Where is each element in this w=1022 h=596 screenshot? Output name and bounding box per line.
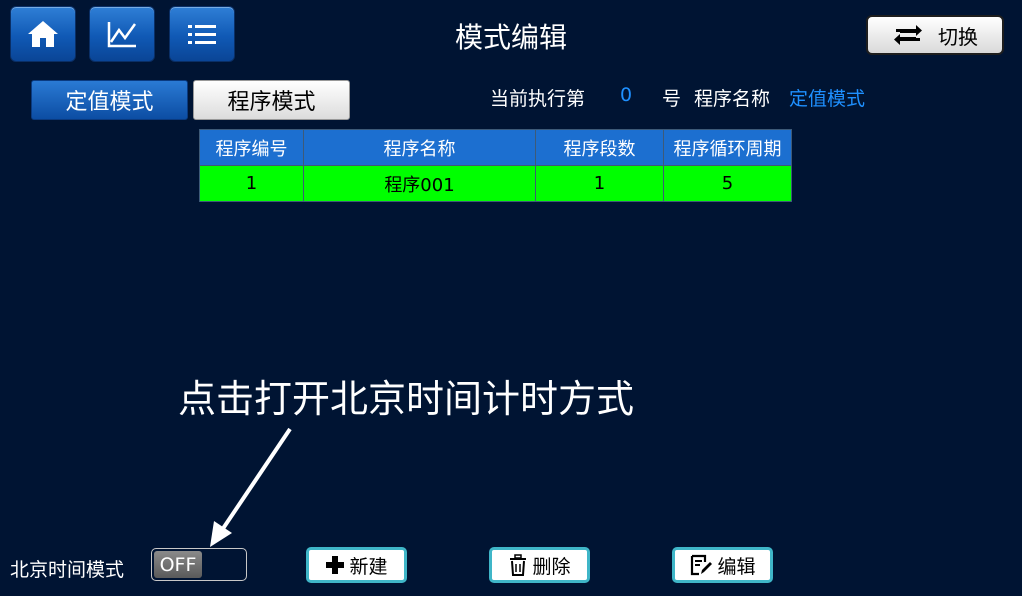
program-table: 程序编号 程序名称 程序段数 程序循环周期 1 程序001 1 5 <box>199 129 792 202</box>
beijing-time-toggle[interactable]: OFF <box>151 548 247 581</box>
tab-fixed-mode[interactable]: 定值模式 <box>31 80 188 120</box>
new-label: 新建 <box>349 555 388 578</box>
annotation-text: 点击打开北京时间计时方式 <box>178 377 635 421</box>
edit-button[interactable]: 编辑 <box>672 547 773 583</box>
program-name-value: 定值模式 <box>789 88 866 110</box>
trash-icon <box>510 554 527 576</box>
table-cell[interactable]: 1 <box>199 165 304 202</box>
exec-prefix: 当前执行第 <box>490 88 586 110</box>
table-cell[interactable]: 5 <box>663 165 792 202</box>
tab-fixed-mode-label: 定值模式 <box>65 90 154 115</box>
delete-label: 删除 <box>532 555 571 578</box>
exec-number: 0 <box>620 84 633 106</box>
switch-label: 切换 <box>938 24 978 49</box>
delete-button[interactable]: 删除 <box>489 547 590 583</box>
column-header: 程序名称 <box>303 129 536 166</box>
table-header-row: 程序编号 程序名称 程序段数 程序循环周期 <box>199 129 792 166</box>
edit-label: 编辑 <box>717 555 756 578</box>
program-name-label: 程序名称 <box>694 88 771 110</box>
exec-suffix: 号 <box>662 88 682 110</box>
toggle-knob: OFF <box>154 551 202 578</box>
table-cell[interactable]: 程序001 <box>303 165 536 202</box>
table-row[interactable]: 1 程序001 1 5 <box>199 165 792 202</box>
column-header: 程序循环周期 <box>663 129 792 166</box>
new-button[interactable]: 新建 <box>306 547 407 583</box>
plus-icon <box>326 556 345 574</box>
column-header: 程序编号 <box>199 129 304 166</box>
edit-icon <box>691 554 713 576</box>
tab-program-mode[interactable]: 程序模式 <box>193 80 350 120</box>
toggle-state: OFF <box>159 553 197 576</box>
tab-program-mode-label: 程序模式 <box>227 90 316 115</box>
annotation-arrow-icon <box>210 427 292 547</box>
swap-icon <box>894 25 922 45</box>
beijing-time-label: 北京时间模式 <box>10 559 125 581</box>
table-cell[interactable]: 1 <box>535 165 664 202</box>
switch-button[interactable]: 切换 <box>866 15 1004 55</box>
column-header: 程序段数 <box>535 129 664 166</box>
